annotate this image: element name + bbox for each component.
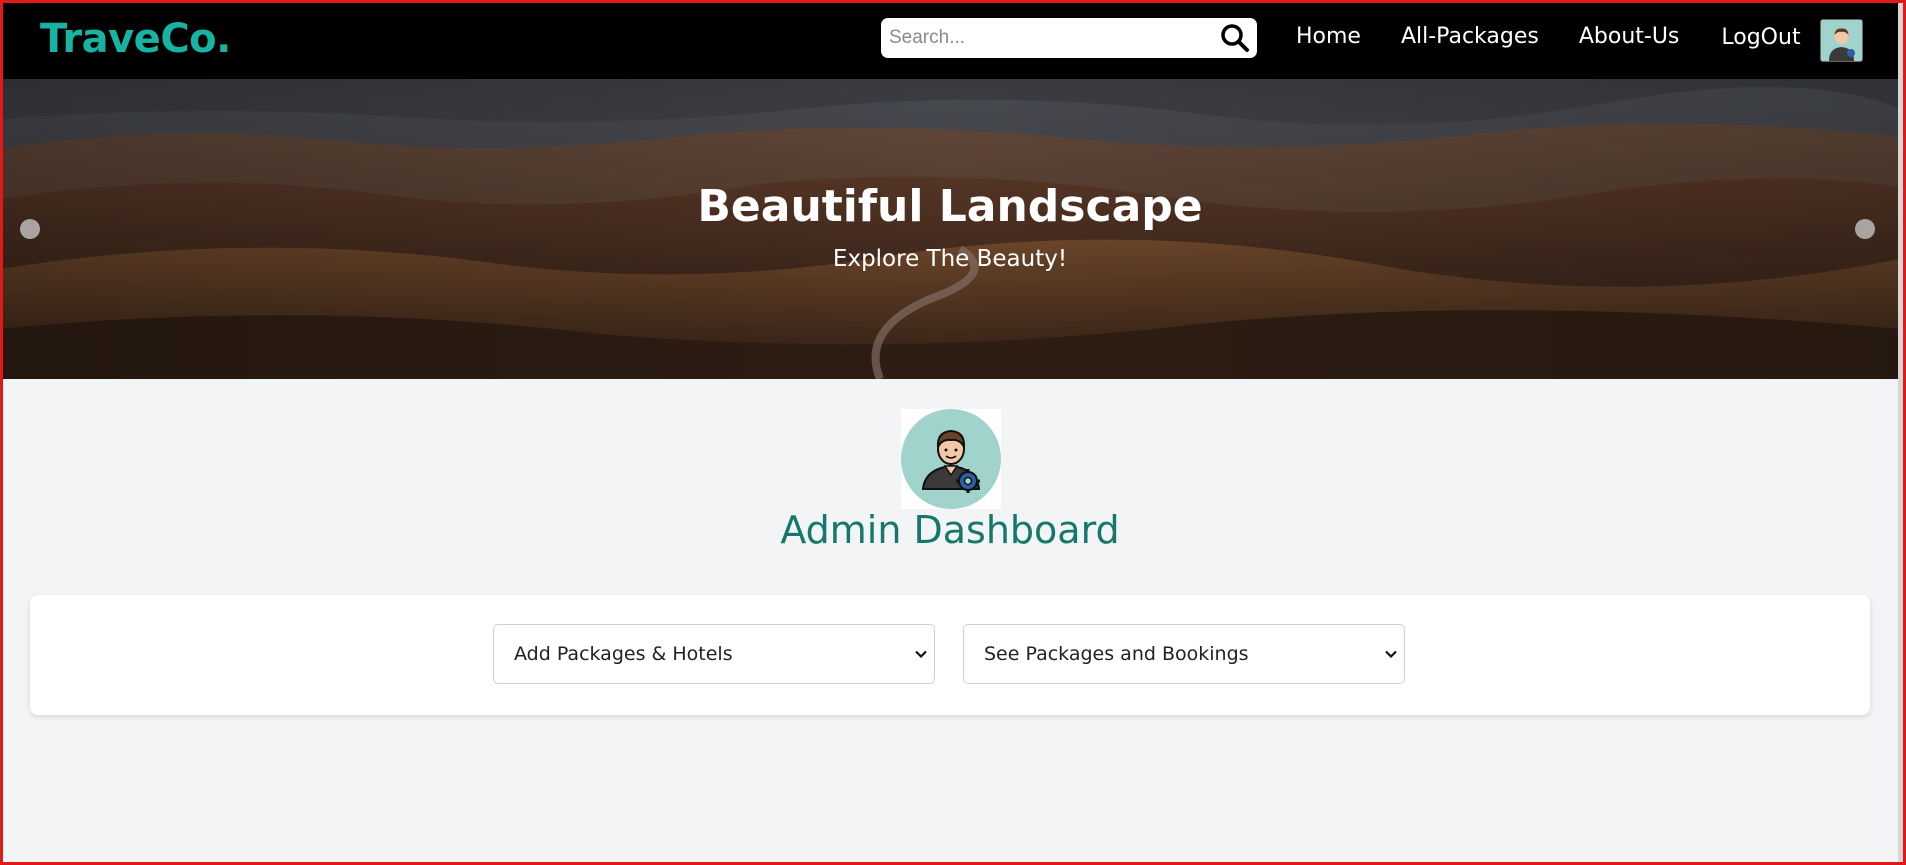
admin-actions-panel: Add Packages & Hotels See Packages and B…: [30, 595, 1870, 715]
scrollbar[interactable]: [1898, 3, 1903, 862]
see-packages-select[interactable]: See Packages and Bookings: [963, 624, 1405, 684]
hero-banner: Beautiful Landscape Explore The Beauty!: [0, 79, 1900, 379]
page-title: Admin Dashboard: [780, 508, 1120, 552]
admin-avatar-icon: [901, 409, 1001, 509]
nav-link-logout[interactable]: LogOut: [1721, 20, 1800, 56]
carousel-prev-button[interactable]: [20, 219, 40, 239]
search-icon[interactable]: [1219, 22, 1251, 54]
nav-link-home[interactable]: Home: [1296, 22, 1361, 56]
hero-subtitle: Explore The Beauty!: [832, 246, 1068, 272]
select-value: Add Packages & Hotels: [514, 643, 733, 665]
chevron-down-icon: [914, 647, 928, 661]
nav-link-about-us[interactable]: About-Us: [1579, 22, 1680, 56]
nav-link-all-packages[interactable]: All-Packages: [1401, 22, 1539, 56]
carousel-next-button[interactable]: [1855, 219, 1875, 239]
hero-title: Beautiful Landscape: [697, 181, 1203, 232]
search-input[interactable]: [887, 18, 1211, 58]
select-value: See Packages and Bookings: [984, 643, 1249, 665]
nav-links: Home All-Packages About-Us LogOut: [1296, 22, 1841, 56]
top-navbar: TraveCo. Home All-Packages About-Us LogO…: [0, 0, 1900, 79]
brand-logo[interactable]: TraveCo.: [40, 16, 231, 62]
chevron-down-icon: [1384, 647, 1398, 661]
add-packages-select[interactable]: Add Packages & Hotels: [493, 624, 935, 684]
search-bar: [881, 18, 1257, 58]
user-avatar-icon[interactable]: [1820, 19, 1863, 62]
